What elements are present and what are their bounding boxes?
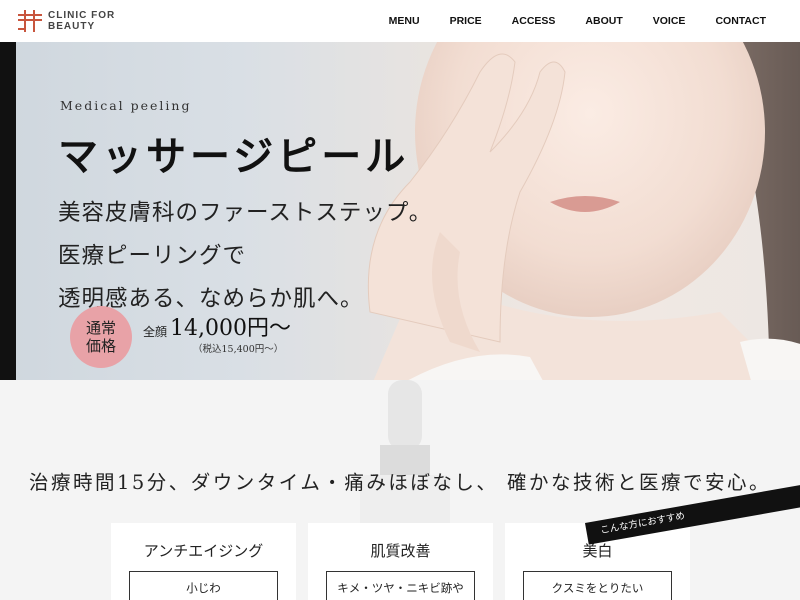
card-title: 肌質改善 [370,542,431,560]
logo-line1: CLINIC FOR [48,10,116,21]
card-item: キメ・ツヤ・ニキビ跡や [337,581,464,595]
hero-copy: 美容皮膚科のファーストステップ。 医療ピーリングで 透明感ある、なめらか肌へ。 [58,192,432,321]
card-item: クスミをとりたい [551,581,644,595]
card-item: 小じわ [186,581,221,595]
card-title: アンチエイジング [143,542,264,560]
hero-section: Medical peeling マッサージピール 美容皮膚科のファーストステップ… [0,42,800,380]
price-tax-included: （税込15,400円〜） [193,344,284,355]
tagline: 治療時間15分、ダウンタイム・痛みほぼなし、 確かな技術と医療で安心。 [28,471,772,494]
features-section: 治療時間15分、ダウンタイム・痛みほぼなし、 確かな技術と医療で安心。 アンチエ… [0,380,800,600]
price-prefix: 全顔 [143,325,168,339]
main-nav: MENU PRICE ACCESS ABOUT VOICE CONTACT [359,0,766,42]
feature-card-skin-quality: 肌質改善 キメ・ツヤ・ニキビ跡や [308,523,493,600]
hero-side-bar [0,42,16,380]
hero-copy-line: 美容皮膚科のファーストステップ。 [58,200,433,226]
logo-text: CLINIC FOR BEAUTY [48,10,115,32]
regular-price-badge: 通常 価格 [70,306,132,368]
hero-copy-line: 医療ピーリングで [58,243,247,269]
nav-menu[interactable]: MENU [389,15,420,27]
price-value: 14,000円〜 [170,316,291,341]
clinic-cross-logo-icon [18,10,42,32]
card-title: 美白 [582,542,613,560]
hero-title: マッサージピール [58,133,410,180]
feature-card-anti-aging: アンチエイジング 小じわ [111,523,296,600]
nav-price[interactable]: PRICE [450,15,482,27]
badge-line: 通常 [85,319,116,337]
logo-line2: BEAUTY [48,21,96,32]
badge-line: 価格 [85,337,116,355]
logo[interactable]: CLINIC FOR BEAUTY [18,10,115,32]
hero-subtitle: Medical peeling [60,98,192,113]
nav-voice[interactable]: VOICE [653,15,686,27]
nav-access[interactable]: ACCESS [512,15,556,27]
nav-contact[interactable]: CONTACT [715,15,766,27]
site-header: CLINIC FOR BEAUTY MENU PRICE ACCESS ABOU… [0,0,800,42]
nav-about[interactable]: ABOUT [585,15,622,27]
